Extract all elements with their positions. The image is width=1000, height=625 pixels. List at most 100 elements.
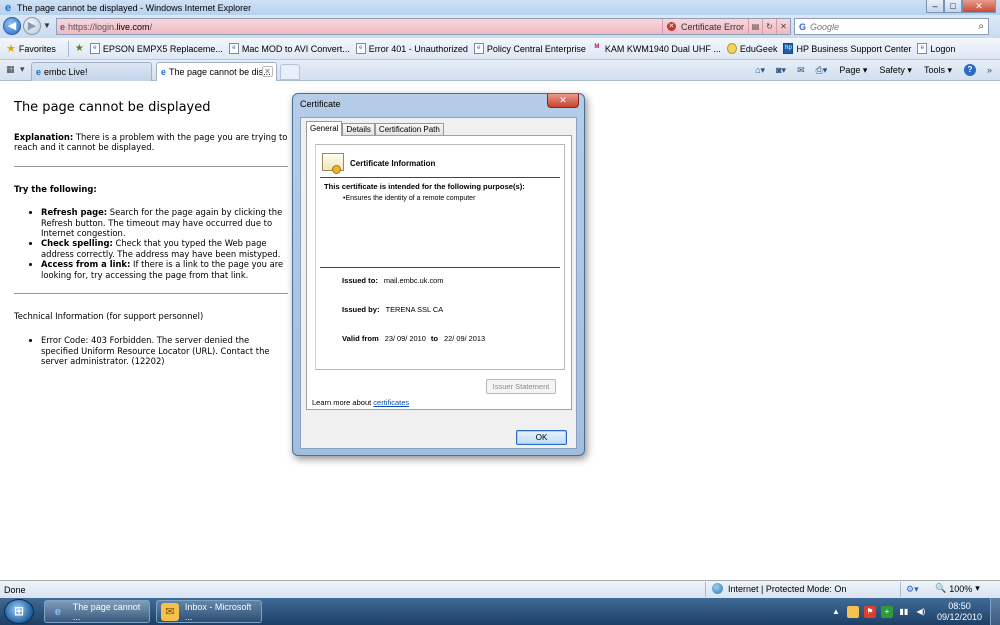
issued-by-row: Issued by: TERENA SSL CA: [342, 305, 444, 314]
tab-bar: ▦ ▾ e embc Live! e The page cannot be di…: [0, 60, 1000, 81]
favorite-link[interactable]: M KAM KWM1940 Dual UHF ...: [592, 43, 721, 54]
forward-button[interactable]: ▶: [23, 17, 41, 35]
page-icon: e: [60, 21, 66, 32]
divider: [705, 582, 706, 597]
command-bar: ⌂▾ ◙▾ ✉ ⎙▾ Page ▾ Safety ▾ Tools ▾ ? »: [744, 64, 992, 76]
read-mail-icon[interactable]: ✉: [797, 65, 805, 76]
tech-heading: Technical Information (for support perso…: [14, 311, 204, 322]
search-box[interactable]: G Google ⌕: [794, 18, 989, 35]
favorite-link[interactable]: e Logon: [917, 43, 955, 54]
print-icon[interactable]: ⎙▾: [816, 65, 828, 76]
page-icon: e: [36, 67, 42, 77]
dialog-close-button[interactable]: ✕: [547, 94, 579, 108]
url-text[interactable]: https://login.live.com/: [68, 22, 662, 32]
close-tab-icon[interactable]: ✕: [262, 66, 273, 77]
feeds-icon[interactable]: ◙▾: [776, 65, 786, 76]
favorite-link[interactable]: e Mac MOD to AVI Convert...: [228, 43, 350, 54]
page-menu[interactable]: Page ▾: [839, 65, 867, 76]
status-bar: Done Internet | Protected Mode: On ⚙▾ 🔍 …: [0, 581, 1000, 598]
clock[interactable]: 08:50 09/12/2010: [937, 601, 982, 623]
refresh-icon[interactable]: ↻: [762, 19, 776, 34]
tab-current-page[interactable]: e The page cannot be dis... ✕: [156, 62, 277, 81]
globe-icon: [712, 583, 723, 594]
page-title: The page cannot be displayed: [14, 100, 211, 115]
window-controls: – □ ✕: [926, 0, 996, 13]
web-page-icon: e: [917, 43, 928, 54]
try-heading: Try the following:: [14, 183, 97, 194]
flag-icon[interactable]: ⚑: [863, 605, 876, 618]
ie-logo-icon: e: [4, 1, 12, 14]
list-item: Check spelling: Check that you typed the…: [41, 238, 288, 259]
validity-row: Valid from 23/ 09/ 2010 to 22/ 09/ 2013: [342, 334, 486, 343]
stop-icon[interactable]: ✕: [776, 19, 790, 34]
window-title: The page cannot be displayed - Windows I…: [17, 2, 252, 13]
divider: [320, 267, 560, 268]
divider: [14, 293, 288, 295]
show-desktop-button[interactable]: [990, 598, 1000, 625]
start-button[interactable]: ⊞: [4, 599, 34, 624]
volume-icon[interactable]: ◀): [915, 606, 927, 618]
new-tab-button[interactable]: [280, 64, 300, 80]
protected-mode-icon[interactable]: ⚙▾: [906, 584, 919, 595]
recent-pages-dropdown[interactable]: ▼: [43, 21, 51, 30]
maximize-button[interactable]: □: [944, 0, 962, 13]
favorite-link[interactable]: e EPSON EMPX5 Replaceme...: [89, 43, 223, 54]
security-zone[interactable]: Internet | Protected Mode: On: [712, 583, 846, 594]
update-icon[interactable]: +: [880, 605, 893, 618]
tools-menu[interactable]: Tools ▾: [924, 65, 952, 76]
quick-tabs-icon[interactable]: ▦: [6, 64, 15, 75]
explanation: Explanation: There is a problem with the…: [14, 132, 288, 153]
network-icon[interactable]: ▮▮: [898, 606, 910, 618]
certificate-dialog: Certificate ✕ General Details Certificat…: [292, 93, 585, 456]
list-item: Access from a link: If there is a link t…: [41, 259, 288, 280]
outlook-icon: ✉: [161, 602, 179, 621]
search-icon[interactable]: ⌕: [978, 21, 984, 32]
tab-list-icon[interactable]: ▾: [20, 64, 25, 75]
zoom-level[interactable]: 🔍 100% ▾: [935, 583, 980, 594]
favorite-link[interactable]: hp HP Business Support Center: [783, 43, 911, 54]
favorite-link[interactable]: e Policy Central Enterprise: [473, 43, 586, 54]
taskbar-item-outlook[interactable]: ✉ Inbox - Microsoft ...: [156, 600, 262, 623]
chevron-down-icon: ▾: [975, 583, 980, 593]
divider: [320, 177, 560, 178]
purpose-item: •Ensures the identity of a remote comput…: [343, 195, 476, 202]
dialog-tabs: General Details Certification Path: [306, 121, 444, 136]
favorites-bar: ★ Favorites ★ e EPSON EMPX5 Replaceme... …: [0, 38, 1000, 60]
title-bar: e The page cannot be displayed - Windows…: [0, 0, 1000, 15]
address-field[interactable]: e https://login.live.com/ ✕ Certificate E…: [56, 18, 791, 35]
minimize-button[interactable]: –: [926, 0, 944, 13]
list-item: Refresh page: Search for the page again …: [41, 207, 288, 238]
show-hidden-icons-icon[interactable]: ▲: [830, 606, 842, 618]
google-g-icon: G: [799, 21, 807, 32]
taskbar-item-ie[interactable]: e The page cannot ...: [44, 600, 150, 623]
messenger-icon[interactable]: [846, 605, 859, 618]
hp-logo-icon: hp: [783, 43, 794, 54]
system-tray: ▲ ⚑ + ▮▮ ◀) 08:50 09/12/2010: [825, 598, 1000, 625]
divider: [14, 165, 288, 167]
certificates-link[interactable]: certificates: [373, 398, 409, 407]
favorite-link[interactable]: e Error 401 - Unauthorized: [355, 43, 468, 54]
add-favorite-icon[interactable]: ★: [75, 43, 84, 54]
issuer-statement-button[interactable]: Issuer Statement: [486, 379, 556, 394]
ie-icon: e: [54, 605, 61, 618]
close-window-button[interactable]: ✕: [962, 0, 996, 13]
tab-general[interactable]: General: [306, 121, 343, 136]
more-toolbar-icon[interactable]: »: [987, 65, 992, 75]
search-input[interactable]: Google: [810, 22, 978, 32]
list-item: Error Code: 403 Forbidden. The server de…: [41, 335, 288, 366]
favorites-button[interactable]: Favorites: [19, 44, 56, 54]
divider: [900, 582, 901, 597]
ok-button[interactable]: OK: [516, 430, 567, 445]
certificate-info-heading: Certificate Information: [350, 159, 436, 168]
favorite-link[interactable]: EduGeek: [726, 43, 777, 54]
certificate-icon: [322, 153, 344, 174]
safety-menu[interactable]: Safety ▾: [879, 65, 912, 76]
certificate-error-button[interactable]: ✕ Certificate Error: [661, 19, 748, 34]
home-icon[interactable]: ⌂▾: [755, 65, 765, 76]
web-page-icon: e: [228, 43, 239, 54]
help-icon[interactable]: ?: [963, 64, 976, 76]
tab-embc-live[interactable]: e embc Live!: [31, 62, 152, 81]
bulb-icon: [726, 43, 737, 54]
back-button[interactable]: ◀: [3, 17, 21, 35]
compatibility-view-icon[interactable]: ▤: [748, 19, 762, 34]
